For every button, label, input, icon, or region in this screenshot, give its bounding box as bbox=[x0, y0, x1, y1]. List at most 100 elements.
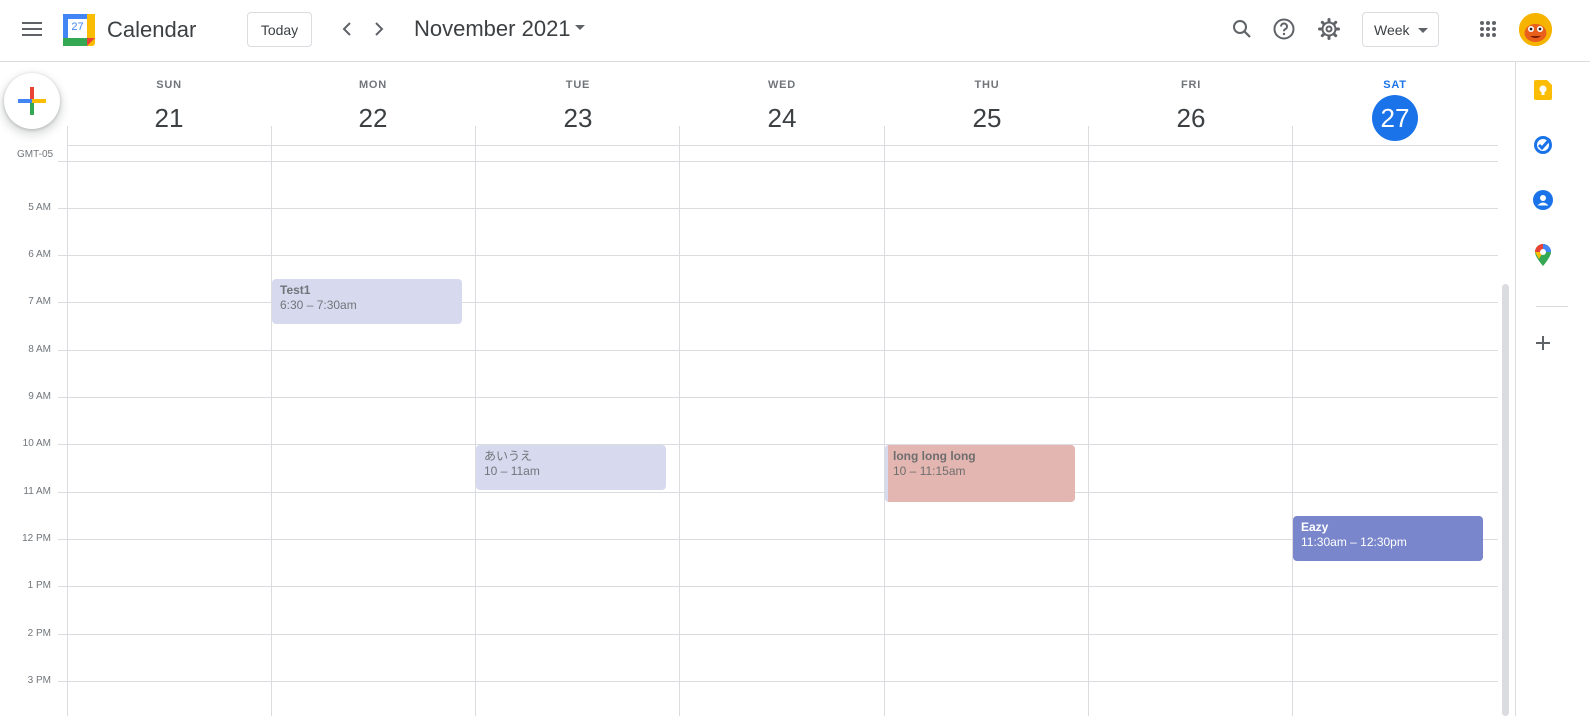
side-panel bbox=[1515, 62, 1590, 716]
header-divider bbox=[884, 126, 885, 146]
event-title: Eazy bbox=[1301, 520, 1329, 534]
top-app-bar: 27 Calendar Today November 2021 Week bbox=[0, 0, 1590, 62]
hour-label: 5 AM bbox=[28, 202, 51, 213]
day-column-divider bbox=[1088, 146, 1089, 716]
hour-line bbox=[58, 444, 1498, 445]
hour-label: 8 AM bbox=[28, 344, 51, 355]
day-header-mon[interactable]: MON 22 bbox=[271, 62, 475, 146]
day-of-week: FRI bbox=[1180, 79, 1202, 91]
app-title: Calendar bbox=[107, 17, 197, 42]
day-column-divider bbox=[271, 146, 272, 716]
hour-line bbox=[58, 681, 1498, 682]
maps-button[interactable] bbox=[1530, 242, 1556, 268]
hour-line bbox=[58, 350, 1498, 351]
hour-line bbox=[58, 586, 1498, 587]
account-avatar[interactable] bbox=[1519, 13, 1552, 46]
day-number[interactable]: 24 bbox=[759, 95, 805, 141]
hour-label: 9 AM bbox=[28, 391, 51, 402]
day-of-week: WED bbox=[767, 79, 797, 91]
event-time: 6:30 – 7:30am bbox=[280, 298, 357, 312]
day-header-wed[interactable]: WED 24 bbox=[680, 62, 884, 146]
event-eazy[interactable]: Eazy 11:30am – 12:30pm bbox=[1293, 516, 1483, 561]
month-title[interactable]: November 2021 bbox=[414, 16, 571, 42]
keep-button[interactable] bbox=[1530, 77, 1556, 103]
day-of-week: SAT bbox=[1383, 79, 1407, 91]
hour-line bbox=[58, 208, 1498, 209]
day-header-fri[interactable]: FRI 26 bbox=[1089, 62, 1293, 146]
get-addons-button[interactable] bbox=[1530, 330, 1556, 356]
event-long-long-long[interactable]: long long long 10 – 11:15am bbox=[885, 445, 1075, 502]
tasks-icon bbox=[1534, 136, 1552, 154]
header-divider bbox=[67, 126, 68, 146]
maps-icon bbox=[1535, 244, 1551, 266]
event-test1[interactable]: Test1 6:30 – 7:30am bbox=[272, 279, 462, 324]
day-column-divider bbox=[475, 146, 476, 716]
event-time: 10 – 11am bbox=[484, 464, 540, 478]
logo-day-number: 27 bbox=[71, 21, 84, 33]
week-day-headers: SUN 21 MON 22 TUE 23 WED 24 THU 25 FRI 2… bbox=[67, 62, 1498, 146]
chevron-down-icon bbox=[1418, 28, 1428, 33]
help-button[interactable] bbox=[1266, 11, 1302, 47]
google-apps-button[interactable] bbox=[1470, 11, 1506, 47]
help-icon bbox=[1273, 18, 1295, 40]
today-day-number[interactable]: 27 bbox=[1372, 95, 1418, 141]
day-header-sun[interactable]: SUN 21 bbox=[67, 62, 271, 146]
hour-label: 1 PM bbox=[27, 580, 51, 591]
day-of-week: SUN bbox=[156, 79, 182, 91]
hour-label: 12 PM bbox=[22, 533, 51, 544]
day-number[interactable]: 23 bbox=[555, 95, 601, 141]
hour-label: 10 AM bbox=[22, 438, 51, 449]
month-caret-icon[interactable] bbox=[575, 25, 585, 30]
event-time: 11:30am – 12:30pm bbox=[1301, 535, 1407, 549]
hour-label: 3 PM bbox=[27, 675, 51, 686]
hour-label: 2 PM bbox=[27, 628, 51, 639]
day-column-divider bbox=[679, 146, 680, 716]
day-number[interactable]: 22 bbox=[350, 95, 396, 141]
previous-week-button[interactable] bbox=[331, 13, 363, 45]
chevron-left-icon bbox=[342, 22, 351, 36]
day-number[interactable]: 26 bbox=[1168, 95, 1214, 141]
day-column-divider bbox=[67, 146, 68, 716]
hour-label: 7 AM bbox=[28, 296, 51, 307]
hamburger-icon bbox=[22, 22, 42, 36]
header-divider bbox=[271, 126, 272, 146]
main-menu-button[interactable] bbox=[12, 9, 52, 49]
side-panel-divider bbox=[1536, 306, 1568, 307]
event-title: Test1 bbox=[280, 283, 311, 297]
create-event-button[interactable] bbox=[4, 73, 60, 129]
search-button[interactable] bbox=[1224, 11, 1260, 47]
view-switcher[interactable]: Week bbox=[1362, 12, 1439, 47]
tasks-button[interactable] bbox=[1530, 132, 1556, 158]
calendar-logo[interactable]: 27 bbox=[63, 14, 95, 46]
search-icon bbox=[1233, 20, 1251, 38]
day-header-tue[interactable]: TUE 23 bbox=[476, 62, 680, 146]
day-number[interactable]: 21 bbox=[146, 95, 192, 141]
week-time-grid[interactable]: 5 AM 6 AM 7 AM 8 AM 9 AM 10 AM 11 AM 12 … bbox=[0, 146, 1498, 716]
apps-grid-icon bbox=[1480, 21, 1496, 37]
contacts-button[interactable] bbox=[1530, 187, 1556, 213]
day-header-thu[interactable]: THU 25 bbox=[885, 62, 1089, 146]
plus-multicolor-icon bbox=[18, 87, 46, 115]
event-time: 10 – 11:15am bbox=[893, 464, 966, 478]
view-switcher-label: Week bbox=[1374, 21, 1410, 38]
keep-icon bbox=[1534, 80, 1552, 100]
grid-scrollbar[interactable] bbox=[1502, 284, 1509, 716]
hour-label: 11 AM bbox=[23, 486, 51, 497]
event-overlap-stripe bbox=[885, 445, 888, 502]
header-divider bbox=[679, 126, 680, 146]
hour-label: 6 AM bbox=[28, 249, 51, 260]
add-icon bbox=[1536, 336, 1550, 350]
day-header-sat[interactable]: SAT 27 bbox=[1293, 62, 1497, 146]
event-title: long long long bbox=[893, 449, 976, 463]
header-divider bbox=[475, 126, 476, 146]
next-week-button[interactable] bbox=[363, 13, 395, 45]
day-column-divider bbox=[1292, 146, 1293, 716]
day-number[interactable]: 25 bbox=[964, 95, 1010, 141]
day-of-week: TUE bbox=[565, 79, 591, 91]
header-divider bbox=[1292, 126, 1293, 146]
day-of-week: THU bbox=[974, 79, 1000, 91]
event-aiue[interactable]: あいうえ 10 – 11am bbox=[476, 445, 666, 490]
today-button[interactable]: Today bbox=[247, 12, 312, 47]
settings-button[interactable] bbox=[1311, 11, 1347, 47]
event-title: あいうえ bbox=[484, 449, 533, 463]
